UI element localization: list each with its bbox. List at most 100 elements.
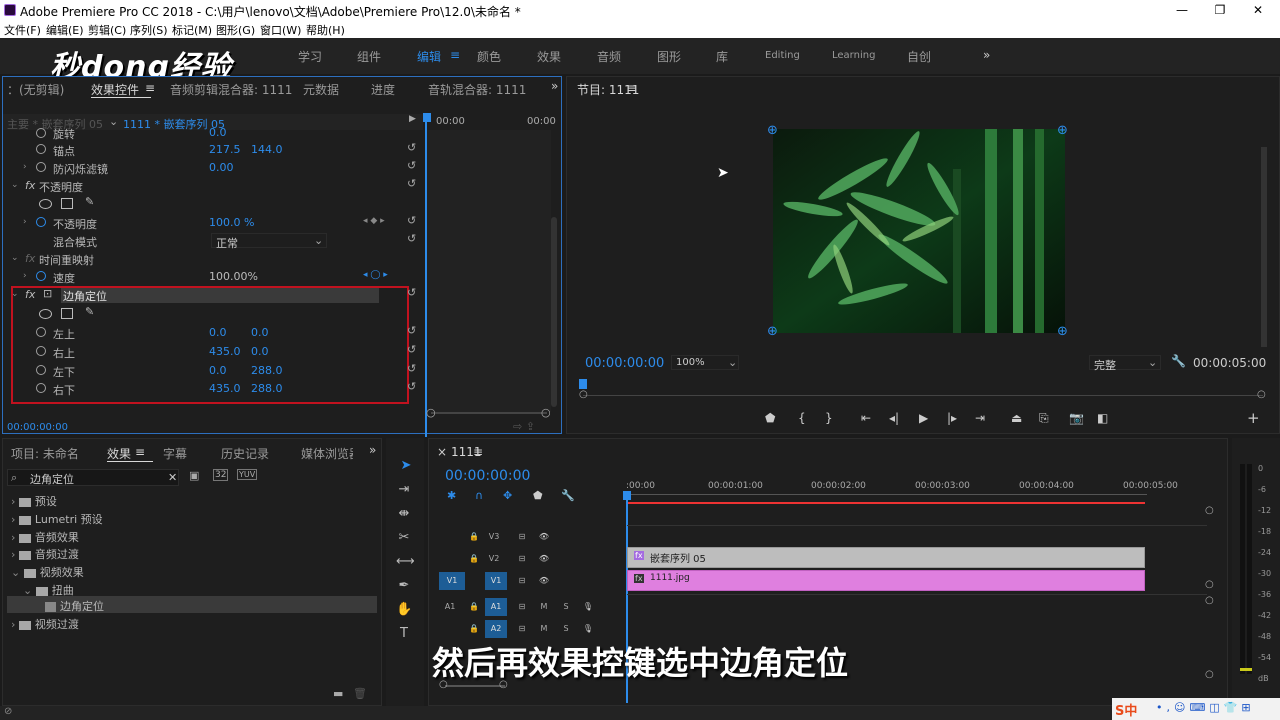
- mark-in-icon[interactable]: {: [798, 411, 806, 425]
- tree-video-transitions[interactable]: › 视频过渡: [11, 616, 79, 632]
- microphone-icon[interactable]: 🎙: [581, 600, 595, 614]
- tab-effects[interactable]: 效果: [107, 445, 131, 462]
- pen-mask-icon[interactable]: ✎: [85, 195, 94, 208]
- minimize-button[interactable]: —: [1162, 0, 1202, 20]
- mute-button[interactable]: M: [537, 600, 551, 614]
- comparison-view-icon[interactable]: ◧: [1097, 411, 1108, 425]
- timeline-timecode[interactable]: 00:00:00:00: [445, 468, 530, 484]
- tree-lumetri-presets[interactable]: › Lumetri 预设: [11, 511, 103, 527]
- zoom-handle-left[interactable]: ○: [426, 406, 436, 419]
- play-icon[interactable]: ▶: [919, 411, 928, 425]
- fx-icon[interactable]: fx: [25, 179, 35, 192]
- pm-playhead[interactable]: [579, 379, 587, 389]
- stopwatch-icon[interactable]: [36, 327, 46, 337]
- chevron-right-icon[interactable]: »: [369, 443, 376, 457]
- sync-lock-icon[interactable]: ⊟: [515, 574, 529, 588]
- stopwatch-icon[interactable]: [36, 271, 46, 281]
- keyframe-nav-icon[interactable]: ◂ ◆ ▸: [363, 216, 385, 226]
- menu-graphics[interactable]: 图形(G): [216, 22, 255, 38]
- clip-image[interactable]: fx 1111.jpg: [627, 570, 1145, 591]
- close-button[interactable]: ✕: [1238, 0, 1278, 20]
- video-preview[interactable]: [773, 129, 1065, 333]
- slip-tool-icon[interactable]: ⟷: [396, 554, 415, 570]
- go-to-out-icon[interactable]: ⇥: [975, 411, 985, 425]
- stopwatch-icon[interactable]: [36, 365, 46, 375]
- pen-mask-icon[interactable]: ✎: [85, 305, 94, 318]
- 32bit-color-icon[interactable]: 32: [213, 469, 229, 481]
- workspace-menu-icon[interactable]: ≡: [450, 48, 460, 62]
- chevron-right-icon[interactable]: »: [983, 48, 990, 62]
- workspace-color[interactable]: 颜色: [477, 48, 501, 65]
- upper-right-x[interactable]: 435.0: [209, 345, 241, 358]
- stopwatch-icon[interactable]: [36, 346, 46, 356]
- tree-corner-pin[interactable]: 边角定位: [45, 598, 104, 614]
- lower-right-y[interactable]: 288.0: [251, 382, 283, 395]
- workspace-editing-en[interactable]: Editing: [765, 50, 800, 61]
- ec-playhead-handle[interactable]: [423, 113, 431, 122]
- anchor-y[interactable]: 144.0: [251, 143, 283, 156]
- mark-out-icon[interactable]: }: [825, 411, 833, 425]
- flicker-value[interactable]: 0.00: [209, 161, 234, 174]
- opacity-value[interactable]: 100.0 %: [209, 216, 254, 229]
- reset-icon[interactable]: ↺: [407, 214, 416, 227]
- rotate-value[interactable]: 0.0: [209, 126, 227, 139]
- reset-icon[interactable]: ↺: [407, 380, 416, 393]
- reset-icon[interactable]: ↺: [407, 286, 416, 299]
- close-tab-icon[interactable]: ×: [437, 445, 447, 459]
- stopwatch-icon[interactable]: [36, 383, 46, 393]
- new-bin-icon[interactable]: ▬: [333, 687, 343, 700]
- tab-no-clip[interactable]: ：(无剪辑): [7, 81, 64, 98]
- pm-zoom-handle-left[interactable]: ○: [579, 389, 588, 400]
- ec-timecode[interactable]: 00:00:00:00: [7, 422, 68, 433]
- chevron-down-icon[interactable]: ⌄: [109, 115, 118, 128]
- workspace-graphics[interactable]: 图形: [657, 48, 681, 65]
- stopwatch-icon[interactable]: [36, 162, 46, 172]
- reset-icon[interactable]: ↺: [407, 362, 416, 375]
- zoom-select[interactable]: 100% ⌄: [671, 355, 739, 370]
- speed-value[interactable]: 100.00%: [209, 270, 258, 283]
- ime-label[interactable]: S中: [1115, 700, 1137, 719]
- lock-icon[interactable]: 🔒: [467, 600, 481, 614]
- linked-selection-icon[interactable]: ✥: [503, 489, 512, 502]
- workspace-custom[interactable]: 自创: [907, 48, 931, 65]
- track-label-v3[interactable]: V3: [487, 530, 501, 544]
- lift-icon[interactable]: ⏏: [1011, 411, 1022, 425]
- maximize-button[interactable]: ❐: [1200, 0, 1240, 20]
- expand-arrow-icon[interactable]: ›: [23, 162, 27, 172]
- expand-arrow-icon[interactable]: ›: [23, 217, 27, 227]
- track-label-a2[interactable]: A2: [485, 620, 507, 638]
- filter-icon[interactable]: ⇨ ⇪: [513, 420, 535, 433]
- upper-right-y[interactable]: 0.0: [251, 345, 269, 358]
- extract-icon[interactable]: ⎘: [1039, 411, 1049, 426]
- expand-arrow-icon[interactable]: ›: [23, 271, 27, 281]
- panel-menu-icon[interactable]: ≡: [473, 445, 483, 459]
- reset-icon[interactable]: ↺: [407, 159, 416, 172]
- fx-icon[interactable]: fx: [25, 252, 35, 265]
- tab-progress[interactable]: 进度: [371, 81, 395, 98]
- razor-tool-icon[interactable]: ✂: [396, 530, 412, 546]
- ec-scrollbar[interactable]: [551, 217, 557, 407]
- eye-icon[interactable]: 👁: [537, 530, 551, 544]
- stopwatch-icon[interactable]: [36, 217, 46, 227]
- add-button-icon[interactable]: +: [1247, 409, 1260, 427]
- hand-tool-icon[interactable]: ✋: [396, 602, 412, 618]
- tab-history[interactable]: 历史记录: [221, 445, 269, 462]
- v-scroll-top-icon[interactable]: ○: [1205, 505, 1214, 516]
- effects-search-input[interactable]: 边角定位: [30, 471, 74, 487]
- eye-icon[interactable]: 👁: [537, 552, 551, 566]
- time-remap-label[interactable]: 时间重映射: [39, 252, 94, 268]
- effects-search-box[interactable]: ⌕ 边角定位 ✕: [7, 469, 179, 486]
- menu-help[interactable]: 帮助(H): [306, 22, 345, 38]
- rectangle-mask-icon[interactable]: [61, 198, 73, 209]
- reset-icon[interactable]: ↺: [407, 177, 416, 190]
- add-marker-icon[interactable]: ⬟: [765, 411, 775, 425]
- pm-timecode[interactable]: 00:00:00:00: [585, 356, 664, 371]
- ime-toolbar[interactable]: S中 •,☺⌨◫👕⊞: [1112, 698, 1280, 720]
- track-label-v1[interactable]: V1: [485, 572, 507, 590]
- corner-handle-lr[interactable]: ⊕: [1057, 324, 1068, 339]
- chevron-right-icon[interactable]: »: [551, 79, 558, 93]
- trash-icon[interactable]: 🗑: [353, 687, 367, 700]
- tree-audio-transitions[interactable]: › 音频过渡: [11, 546, 79, 562]
- collapse-arrow-icon[interactable]: ⌄: [11, 180, 19, 190]
- yuv-effects-icon[interactable]: YUV: [237, 469, 258, 480]
